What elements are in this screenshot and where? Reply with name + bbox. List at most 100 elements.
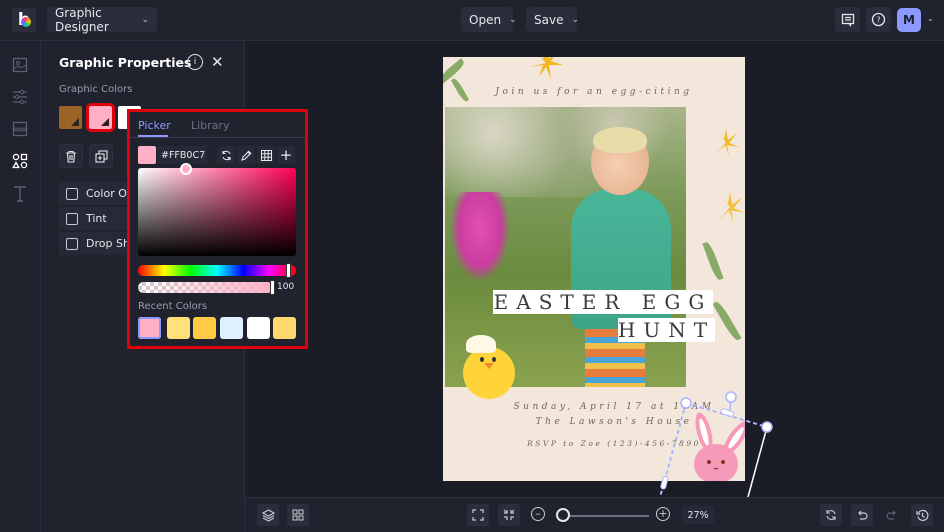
rail-item-graphics[interactable] — [10, 151, 30, 171]
tab-library[interactable]: Library — [191, 119, 229, 132]
comment-icon — [841, 13, 854, 27]
help-button[interactable]: ? — [866, 7, 891, 32]
redo-all-button[interactable] — [820, 504, 842, 526]
swap-colors-button[interactable] — [217, 146, 235, 164]
comments-button[interactable] — [835, 7, 860, 32]
rail-item-text[interactable] — [10, 184, 30, 204]
chick-body — [463, 347, 515, 399]
eyedropper-button[interactable] — [237, 146, 255, 164]
zoom-in-button[interactable]: + — [656, 507, 670, 521]
app-logo[interactable]: b — [12, 8, 36, 32]
user-avatar[interactable]: M — [897, 8, 921, 32]
duplicate-button[interactable] — [89, 144, 113, 168]
shrink-icon — [503, 509, 515, 520]
chick-beak — [484, 363, 494, 369]
rail-item-image[interactable] — [10, 55, 30, 75]
color-swatch-pink[interactable] — [86, 103, 115, 132]
lily-flower-right — [719, 192, 745, 222]
hex-input[interactable]: #FFB0C7 — [157, 146, 207, 164]
drop-shadow-checkbox[interactable] — [66, 237, 78, 250]
chick-shell — [466, 335, 496, 353]
poster-canvas[interactable]: Join us for an egg-citing EASTER EGG HUN… — [443, 57, 745, 481]
chevron-down-icon[interactable]: ⌄ — [927, 14, 934, 23]
opacity-value[interactable]: 100 — [277, 282, 294, 292]
color-swatch-brown[interactable] — [59, 106, 82, 129]
color-overlay-checkbox[interactable] — [66, 187, 78, 200]
bunny-graphic[interactable] — [688, 412, 745, 481]
poster-tagline[interactable]: Join us for an egg-citing — [443, 87, 745, 97]
photo-background — [445, 107, 686, 197]
panel-title: Graphic Properties — [59, 55, 192, 70]
tool-rail — [0, 41, 41, 532]
chevron-down-icon: ⌄ — [571, 14, 580, 25]
poster-title-line2[interactable]: HUNT — [618, 318, 715, 342]
rail-item-adjust[interactable] — [10, 87, 30, 107]
zoom-slider-handle[interactable] — [556, 508, 570, 522]
layers-icon — [261, 508, 275, 522]
recent-colors-label: Recent Colors — [138, 301, 208, 312]
undo-button[interactable] — [851, 504, 873, 526]
layout-icon — [12, 121, 28, 137]
open-dropdown[interactable]: Open ⌄ — [461, 7, 517, 32]
undo-icon — [858, 510, 868, 520]
rail-item-layout[interactable] — [10, 119, 30, 139]
hue-slider-handle[interactable] — [286, 263, 291, 278]
help-icon: ? — [871, 12, 886, 27]
zoom-slider-track[interactable] — [561, 515, 649, 517]
lily-flower-top — [529, 57, 563, 79]
poster-date[interactable]: Sunday, April 17 at 11AM — [463, 402, 745, 412]
opacity-slider-handle[interactable] — [270, 280, 275, 295]
delete-button[interactable] — [59, 144, 83, 168]
plus-icon: + — [279, 146, 293, 164]
opacity-slider[interactable] — [138, 282, 273, 293]
add-color-button[interactable]: + — [277, 146, 295, 164]
leaf-decoration — [712, 299, 742, 343]
redo-icon — [886, 510, 896, 520]
zoom-level[interactable]: 27% — [682, 506, 714, 524]
recent-color-swatch[interactable] — [167, 317, 190, 339]
poster-title-line1[interactable]: EASTER EGG — [493, 290, 713, 314]
leaf-decoration — [702, 240, 724, 282]
actual-size-button[interactable] — [498, 504, 520, 526]
redo-button[interactable] — [881, 504, 903, 526]
swatch-corner-icon — [101, 118, 109, 126]
mode-dropdown[interactable]: Graphic Designer ⌄ — [47, 6, 157, 34]
recent-color-swatch[interactable] — [220, 317, 243, 339]
recent-color-swatch[interactable] — [247, 317, 270, 339]
chick-eye — [492, 357, 496, 362]
tab-picker[interactable]: Picker — [138, 119, 171, 132]
recent-color-swatch[interactable] — [138, 317, 161, 339]
active-tab-indicator — [138, 135, 168, 137]
picker-tabs: Picker Library — [130, 112, 305, 138]
palette-grid-button[interactable] — [257, 146, 275, 164]
chevron-down-icon: ⌄ — [509, 14, 517, 25]
info-icon[interactable]: i — [187, 54, 203, 70]
recent-color-swatch[interactable] — [273, 317, 296, 339]
chick-graphic[interactable] — [458, 327, 518, 399]
swatch-corner-icon — [71, 118, 79, 126]
bottom-toolbar: – + 27% — [245, 497, 944, 532]
eyedropper-icon — [240, 149, 252, 161]
history-button[interactable] — [911, 504, 933, 526]
grid-view-button[interactable] — [287, 504, 309, 526]
hue-slider[interactable] — [138, 265, 296, 276]
zoom-out-button[interactable]: – — [531, 507, 545, 521]
tint-checkbox[interactable] — [66, 212, 78, 225]
svg-text:?: ? — [876, 16, 880, 25]
grid-icon — [292, 509, 304, 521]
history-icon — [915, 509, 928, 521]
graphic-colors-label: Graphic Colors — [59, 84, 133, 95]
save-dropdown[interactable]: Save ⌄ — [526, 7, 580, 32]
close-icon[interactable]: ✕ — [211, 53, 224, 71]
tint-label: Tint — [86, 212, 107, 225]
duplicate-icon — [94, 149, 108, 163]
fit-screen-button[interactable] — [467, 504, 489, 526]
chick-eye — [480, 357, 484, 362]
layers-button[interactable] — [257, 504, 279, 526]
open-label: Open — [469, 12, 502, 27]
color-picker-popup: Picker Library #FFB0C7 + 100 Recent Colo… — [127, 109, 308, 349]
refresh-icon — [221, 150, 231, 160]
saturation-value-handle[interactable] — [180, 163, 192, 175]
recent-color-swatch[interactable] — [193, 317, 216, 339]
saturation-value-area[interactable] — [138, 168, 296, 256]
